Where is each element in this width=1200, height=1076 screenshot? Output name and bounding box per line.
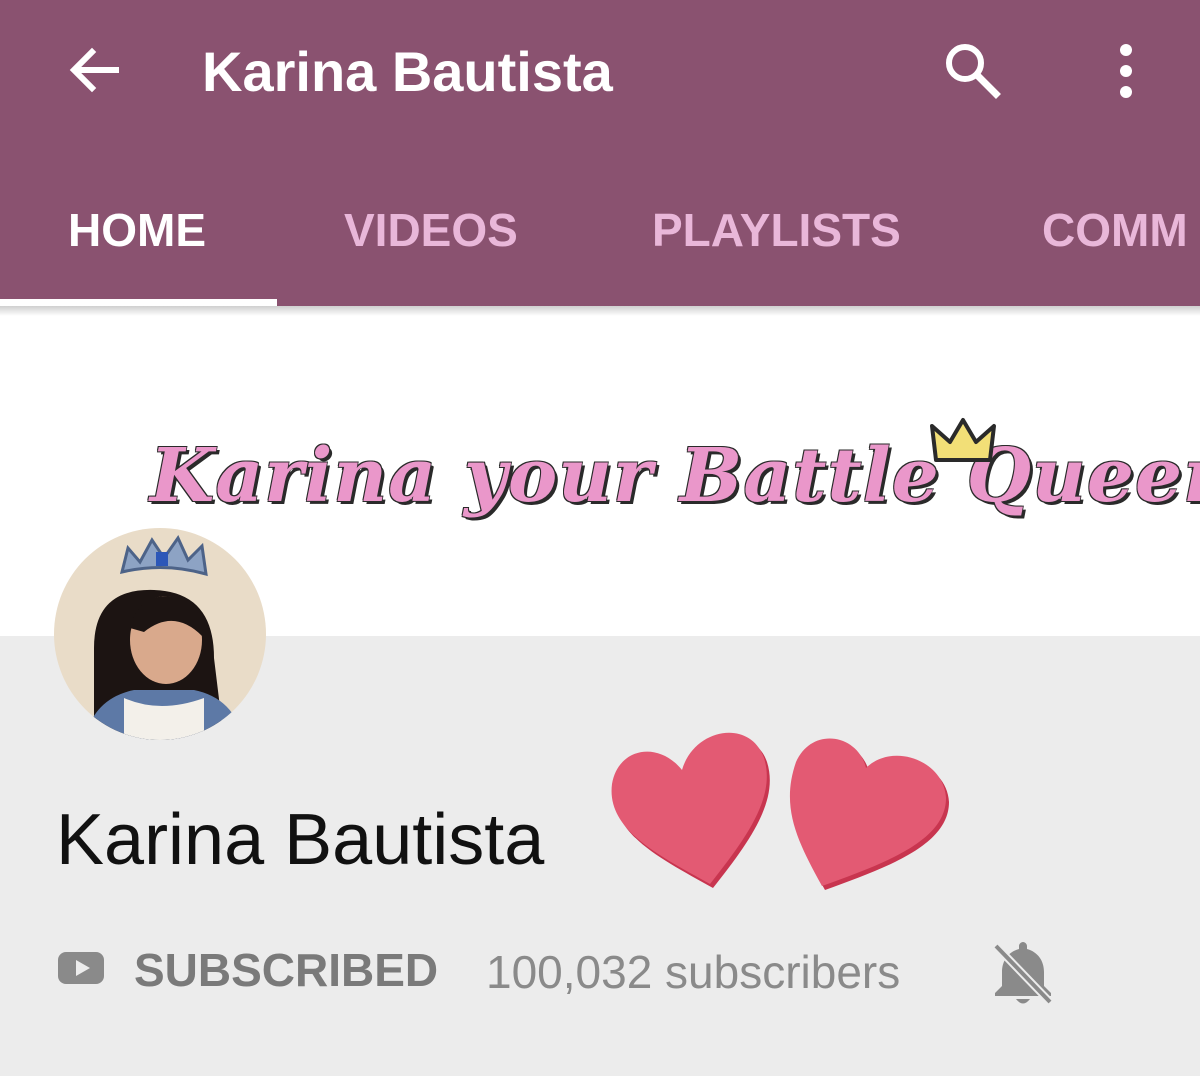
tab-home[interactable]: HOME — [68, 198, 206, 262]
app-bar: Karina Bautista HOME VIDEOS PLAYLISTS CO… — [0, 0, 1200, 306]
youtube-icon — [58, 952, 104, 984]
tab-playlists[interactable]: PLAYLISTS — [652, 198, 901, 262]
back-button[interactable] — [56, 32, 132, 108]
tab-videos[interactable]: VIDEOS — [344, 198, 518, 262]
search-icon — [946, 44, 1001, 99]
heart-icon — [789, 738, 949, 890]
subscribed-button[interactable]: SUBSCRIBED — [134, 940, 438, 1000]
more-options-button[interactable] — [1090, 32, 1162, 108]
tab-community[interactable]: COMM — [1042, 198, 1188, 262]
page-title: Karina Bautista — [202, 40, 613, 103]
subscriber-count: 100,032 subscribers — [486, 946, 901, 998]
crown-icon — [930, 418, 996, 462]
search-button[interactable] — [932, 32, 1012, 108]
bell-off-icon[interactable] — [990, 936, 1056, 1006]
more-vert-icon — [1120, 44, 1132, 98]
avatar-image — [54, 528, 266, 740]
arrow-back-icon — [69, 47, 119, 93]
app-bar-shadow — [0, 306, 1200, 316]
heart-icon — [611, 732, 770, 888]
avatar[interactable] — [54, 528, 266, 740]
channel-name: Karina Bautista — [56, 800, 545, 880]
tab-indicator — [0, 299, 277, 306]
hearts-sticker — [611, 732, 949, 890]
